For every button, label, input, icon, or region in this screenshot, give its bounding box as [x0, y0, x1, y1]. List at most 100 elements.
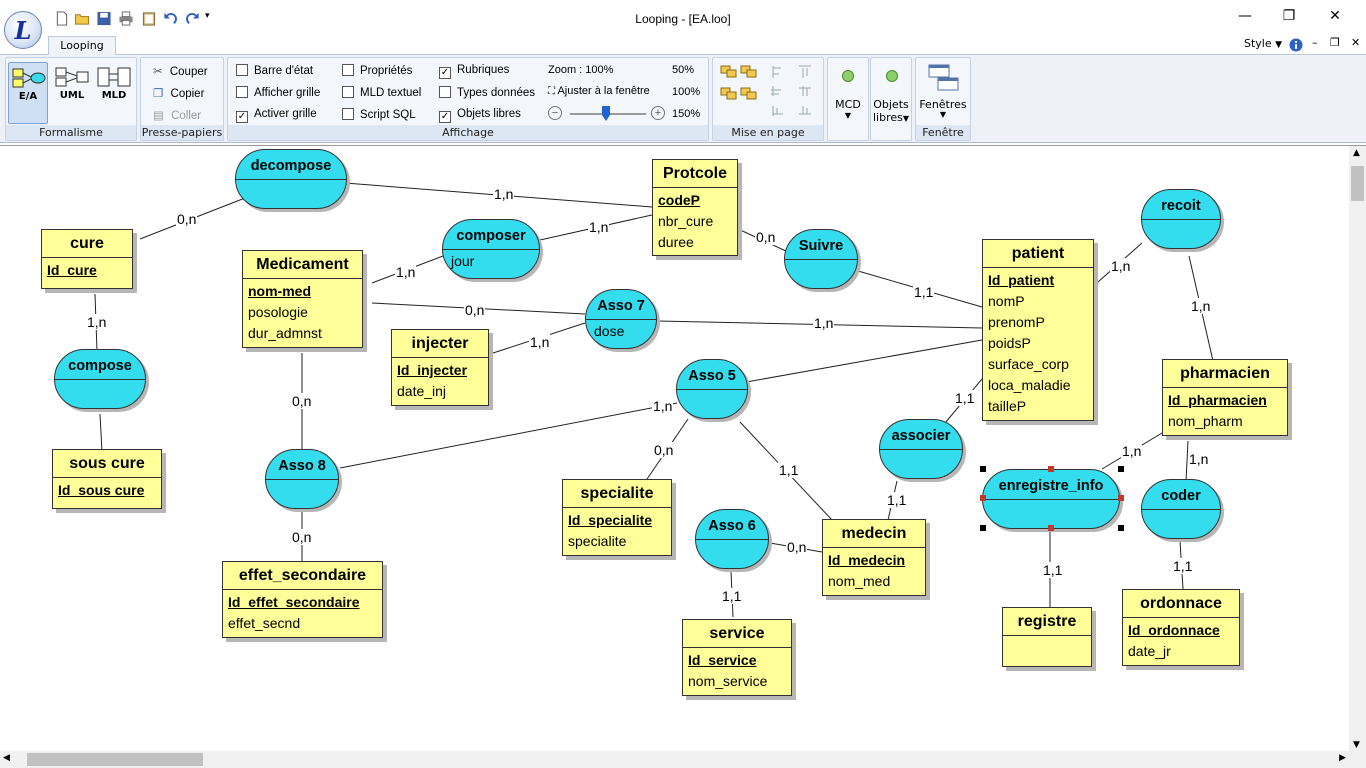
zoom-150-button[interactable]: 150%	[672, 108, 700, 120]
ribbon-tab-row: Looping Style ▼ – ❐ ✕	[0, 36, 1366, 55]
diagram-canvas[interactable]: Protcole codeP nbr_cure duree cure Id_cure Med…	[0, 145, 1366, 768]
cardinality-label: 1,1	[778, 462, 800, 478]
checkbox-box	[342, 86, 354, 98]
scroll-down-icon[interactable]: ▼	[1353, 740, 1360, 750]
align-icon[interactable]	[769, 64, 817, 116]
arrange-icon[interactable]	[719, 64, 759, 104]
zoom-out-icon[interactable]: −	[548, 106, 562, 120]
help-icon[interactable]	[1289, 38, 1303, 52]
entity-patient[interactable]: patient Id_patient nomP prenomP poidsP surfac…	[982, 239, 1094, 421]
cut-button[interactable]: ✂ Couper	[153, 64, 208, 78]
entity-specialite[interactable]: specialite Id_specialite specialite	[562, 479, 672, 556]
association-recoit[interactable]: recoit	[1141, 189, 1221, 249]
association-divider	[677, 389, 747, 390]
mld-button[interactable]: MLD	[94, 62, 134, 124]
entity-medicament[interactable]: Medicament nom-med posologie dur_admnst	[242, 250, 363, 348]
entity-attribute: prenomP	[988, 314, 1045, 330]
objets-label-1[interactable]: Objets	[871, 98, 911, 111]
mld-textuel-checkbox[interactable]: MLD textuel	[342, 86, 421, 99]
uml-button[interactable]: UML	[52, 62, 92, 124]
ribbon-minimize-icon[interactable]: –	[1312, 36, 1318, 49]
vertical-scrollbar[interactable]: ▲ ▼	[1349, 146, 1366, 752]
selection-handle[interactable]	[1118, 495, 1124, 501]
mise-en-page-group-label: Mise en page	[713, 125, 823, 140]
horizontal-scrollbar[interactable]: ◀ ▶	[0, 751, 1349, 768]
entity-ordonnace[interactable]: ordonnace Id_ordonnace date_jr	[1122, 589, 1240, 666]
entity-effet_secondaire[interactable]: effet_secondaire Id_effet_secondaire effet…	[222, 561, 383, 638]
selection-handle[interactable]	[1118, 466, 1124, 472]
cardinality-label: 0,n	[291, 529, 313, 545]
fenetres-dropdown-icon[interactable]: ▼	[916, 110, 970, 119]
selection-handle[interactable]	[980, 466, 986, 472]
association-asso6[interactable]: Asso 6	[695, 509, 769, 569]
copy-button[interactable]: ❐ Copier	[153, 86, 204, 100]
association-associer[interactable]: associer	[879, 419, 963, 479]
objets-libres-checkbox[interactable]: ✓ Objets libres	[439, 108, 521, 123]
mcd-dropdown-icon[interactable]: ▼	[828, 111, 868, 120]
entity-title: medecin	[823, 520, 925, 548]
entity-service[interactable]: service Id_service nom_service	[682, 619, 792, 696]
association-asso7[interactable]: Asso 7 dose	[585, 289, 657, 349]
association-asso5[interactable]: Asso 5	[676, 359, 748, 419]
association-divider	[266, 479, 338, 480]
cardinality-label: 1,n	[1121, 443, 1143, 459]
association-decompose[interactable]: decompose	[235, 149, 347, 209]
proprietes-checkbox[interactable]: Propriétés	[342, 64, 412, 77]
rubriques-checkbox[interactable]: ✓ Rubriques	[439, 64, 509, 79]
ea-button[interactable]: E/A	[8, 62, 48, 124]
selection-handle[interactable]	[980, 525, 986, 531]
barre-etat-checkbox[interactable]: Barre d'état	[236, 64, 313, 77]
association-name: decompose	[250, 158, 332, 174]
zoom-in-icon[interactable]: +	[651, 106, 665, 120]
entity-injecter[interactable]: injecter Id_injecter date_inj	[391, 329, 489, 406]
zoom-50-button[interactable]: 50%	[672, 64, 694, 76]
entity-registre[interactable]: registre	[1002, 607, 1092, 667]
objets-label-2[interactable]: libres▼	[871, 111, 911, 124]
close-button[interactable]: ✕	[1323, 6, 1347, 26]
selection-handle[interactable]	[1118, 525, 1124, 531]
entity-medecin[interactable]: medecin Id_medecin nom_med	[822, 519, 926, 596]
activer-grille-checkbox[interactable]: ✓ Activer grille	[236, 108, 317, 123]
script-sql-checkbox[interactable]: Script SQL	[342, 108, 416, 121]
entity-title: specialite	[563, 480, 671, 508]
association-suivre[interactable]: Suivre	[784, 229, 858, 289]
app-logo[interactable]: L	[4, 11, 42, 49]
ribbon-restore-icon[interactable]: ❐	[1330, 36, 1340, 49]
association-compose[interactable]: compose	[54, 349, 146, 409]
paste-button[interactable]: ▤ Coller	[153, 108, 201, 122]
types-donnees-checkbox[interactable]: Types données	[439, 86, 535, 99]
zoom-thumb[interactable]	[602, 106, 610, 121]
activer-grille-label: Activer grille	[254, 108, 317, 120]
style-menu[interactable]: Style ▼	[1244, 37, 1282, 50]
horizontal-scroll-thumb[interactable]	[27, 753, 203, 766]
entity-protcole[interactable]: Protcole codeP nbr_cure duree	[652, 159, 738, 256]
scroll-right-icon[interactable]: ▶	[1339, 753, 1346, 763]
mld-diagram-icon	[97, 67, 131, 87]
selection-handle[interactable]	[980, 495, 986, 501]
vertical-scroll-thumb[interactable]	[1351, 166, 1364, 201]
entity-cure[interactable]: cure Id_cure	[41, 229, 133, 289]
entity-pharmacien[interactable]: pharmacien Id_pharmacien nom_pharm	[1162, 359, 1288, 436]
scroll-left-icon[interactable]: ◀	[3, 753, 10, 763]
cardinality-label: 1,1	[721, 588, 743, 604]
mcd-button[interactable]: MCD	[828, 98, 868, 111]
minimize-button[interactable]: —	[1233, 6, 1257, 26]
association-enregistre_info[interactable]: enregistre_info	[982, 469, 1120, 529]
scroll-up-icon[interactable]: ▲	[1353, 148, 1360, 158]
association-composer[interactable]: composer jour	[442, 219, 540, 279]
zoom-100-button[interactable]: 100%	[672, 86, 700, 98]
association-asso8[interactable]: Asso 8	[265, 449, 339, 509]
zoom-slider[interactable]: − +	[548, 106, 666, 122]
afficher-grille-checkbox[interactable]: Afficher grille	[236, 86, 320, 99]
selection-handle[interactable]	[1048, 466, 1054, 472]
uml-label: UML	[59, 90, 85, 101]
ribbon-close-icon[interactable]: ✕	[1351, 36, 1360, 49]
maximize-button[interactable]: ❐	[1277, 6, 1301, 26]
entity-attribute: duree	[658, 234, 694, 250]
entity-sous_cure[interactable]: sous cure Id_sous cure	[52, 449, 162, 509]
association-coder[interactable]: coder	[1141, 479, 1221, 539]
tab-looping[interactable]: Looping	[48, 36, 116, 55]
selection-handle[interactable]	[1048, 525, 1054, 531]
entity-attribute: specialite	[568, 533, 627, 549]
fit-window-button[interactable]: ⛶ Ajuster à la fenêtre	[548, 85, 650, 97]
